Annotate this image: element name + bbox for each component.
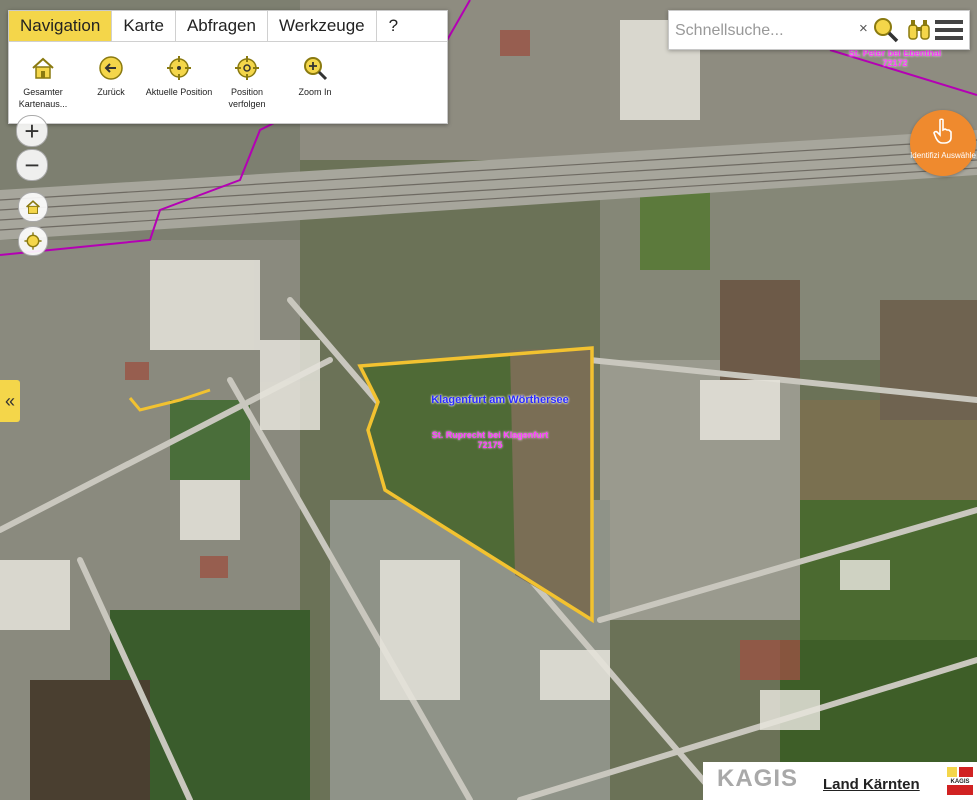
land-kaernten-link[interactable]: Land Kärnten — [823, 776, 920, 793]
tab-bar: Navigation Karte Abfragen Werkzeuge ? — [9, 11, 447, 42]
quick-search-box: × — [668, 10, 970, 50]
home-map-button[interactable] — [18, 192, 48, 222]
zoom-in-button[interactable]: + — [16, 115, 48, 147]
city-label: Klagenfurt am Wörthersee — [431, 394, 569, 406]
back-label: Zurück — [97, 87, 125, 97]
crosshair-icon — [167, 56, 191, 80]
search-input[interactable] — [673, 19, 859, 43]
arrow-left-icon — [99, 56, 123, 80]
current-position-label: Aktuelle Position — [145, 87, 213, 97]
identify-button[interactable]: Identifizi Auswähle — [910, 110, 976, 176]
footer-brand-bar: KAGIS Land Kärnten KAGIS — [703, 762, 977, 800]
corner-cadastral-label: St. Peter bei Ebenthal 72172 — [825, 48, 965, 68]
follow-position-button[interactable]: Position verfolgen — [213, 54, 281, 110]
follow-position-label: Position verfolgen — [228, 87, 266, 109]
kagis-brand: KAGIS — [717, 765, 799, 792]
corner-cadastral-number: 72172 — [882, 58, 908, 68]
cadastral-label: St. Ruprecht bei Klagenfurt 72175 — [390, 430, 590, 450]
crosshair-icon — [24, 232, 42, 250]
tab-karte[interactable]: Karte — [112, 11, 176, 41]
zoom-in-tool-button[interactable]: Zoom In — [281, 54, 349, 110]
menu-icon[interactable] — [935, 19, 963, 41]
logo-text: KAGIS — [950, 779, 969, 785]
tab-werkzeuge[interactable]: Werkzeuge — [268, 11, 377, 41]
search-icon[interactable] — [871, 16, 901, 44]
tool-row: Gesamter Kartenaus... Zurück Aktuelle Po… — [9, 42, 447, 110]
zoom-out-button[interactable]: − — [16, 149, 48, 181]
full-extent-button[interactable]: Gesamter Kartenaus... — [9, 54, 77, 110]
cadastral-name: St. Ruprecht bei Klagenfurt — [431, 430, 549, 440]
hand-pointer-icon — [933, 118, 952, 144]
clear-search-button[interactable]: × — [859, 20, 868, 37]
home-icon — [32, 57, 54, 79]
tab-navigation[interactable]: Navigation — [9, 11, 113, 41]
zoom-in-tool-label: Zoom In — [298, 87, 332, 97]
back-button[interactable]: Zurück — [77, 54, 145, 110]
zoom-in-icon — [304, 57, 328, 81]
home-icon — [26, 200, 40, 214]
cadastral-number: 72175 — [477, 440, 503, 450]
locate-map-button[interactable] — [18, 226, 48, 256]
kagis-logo-icon: KAGIS — [945, 765, 975, 797]
full-extent-label: Gesamter Kartenaus... — [18, 87, 68, 109]
binoculars-icon[interactable] — [907, 17, 931, 43]
navigation-panel: Navigation Karte Abfragen Werkzeuge ? Ge… — [8, 10, 448, 124]
current-position-button[interactable]: Aktuelle Position — [145, 54, 213, 110]
tab-abfragen[interactable]: Abfragen — [176, 11, 268, 41]
crosshair-follow-icon — [235, 56, 259, 80]
collapse-panel-button[interactable]: « — [0, 380, 20, 422]
tab-help[interactable]: ? — [377, 11, 410, 41]
identify-label: Identifizi Auswähle — [910, 151, 976, 160]
